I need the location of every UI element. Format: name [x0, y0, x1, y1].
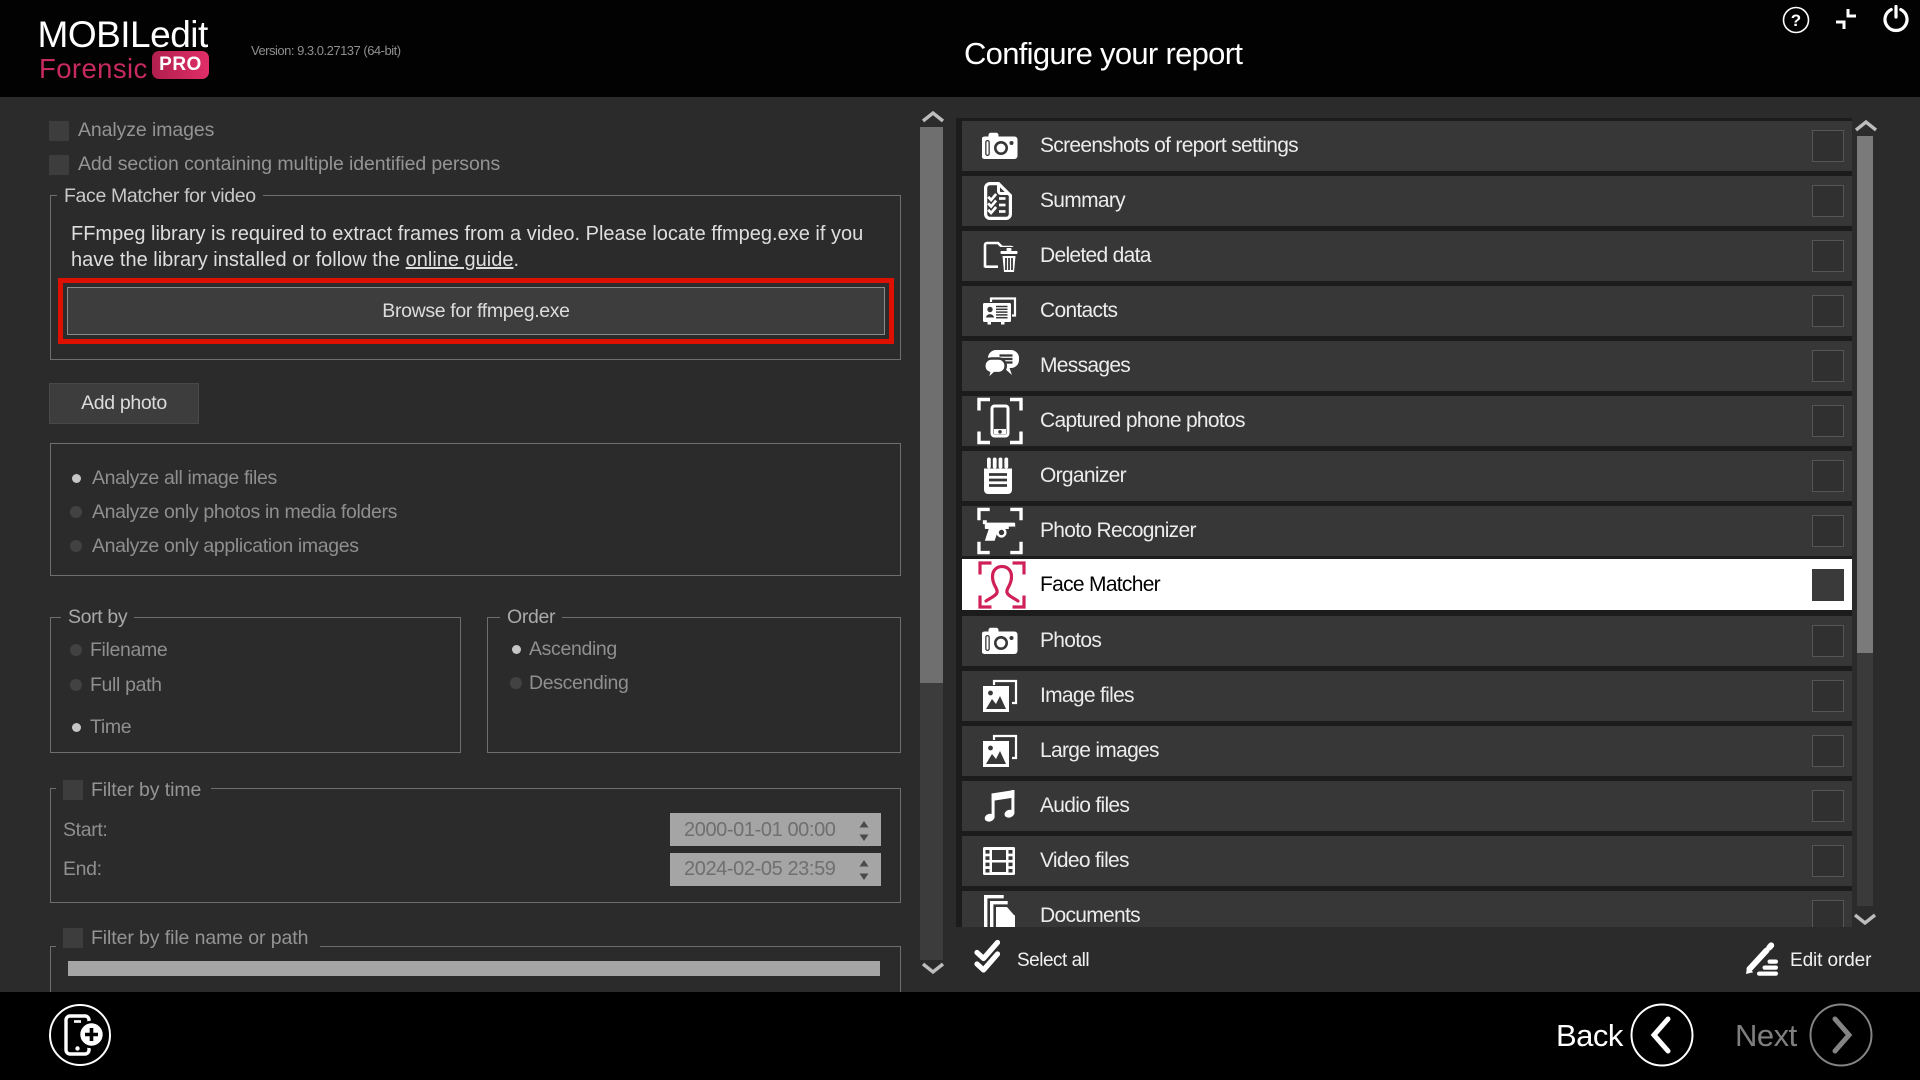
svg-text:?: ?: [1791, 11, 1801, 30]
